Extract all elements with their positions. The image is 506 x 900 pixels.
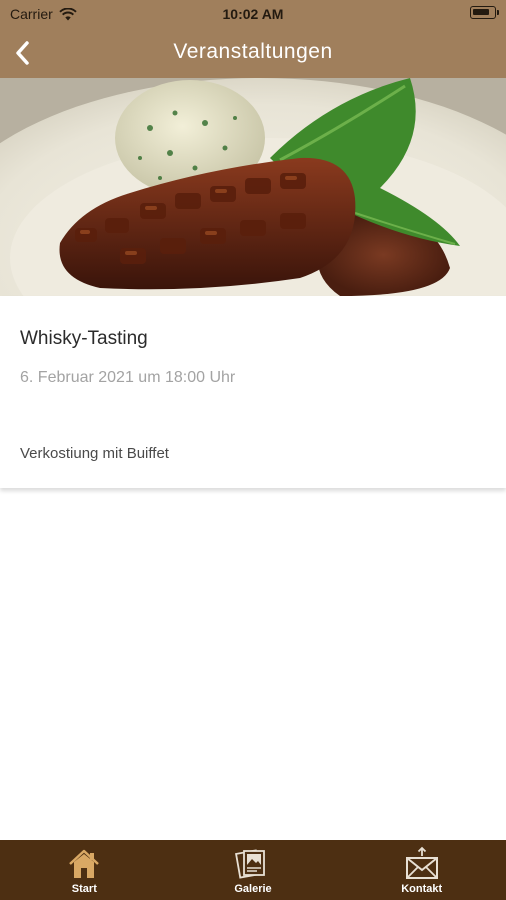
tab-kontakt[interactable]: Kontakt: [337, 840, 506, 900]
page-title: Veranstaltungen: [173, 40, 333, 63]
tab-start-label: Start: [71, 883, 97, 895]
battery-icon: [470, 6, 499, 19]
envelope-icon: [405, 846, 438, 879]
status-time: 10:02 AM: [222, 6, 284, 22]
event-card[interactable]: Whisky-Tasting 6. Februar 2021 um 18:00 …: [0, 296, 506, 488]
gallery-icon: [235, 849, 265, 879]
event-date: 6. Februar 2021 um 18:00 Uhr: [20, 369, 236, 386]
tab-galerie[interactable]: Galerie: [169, 840, 338, 900]
tab-kontakt-label: Kontakt: [401, 883, 443, 895]
home-icon: [69, 849, 100, 878]
tab-galerie-label: Galerie: [234, 883, 272, 895]
status-bar: Carrier 10:02 AM: [0, 0, 506, 28]
event-title: Whisky-Tasting: [20, 328, 148, 349]
event-description: Verkostiung mit Buiffet: [20, 445, 169, 462]
food-photo: [0, 78, 506, 296]
navigation-bar: Veranstaltungen: [0, 28, 506, 78]
tab-bar: Start Galerie Kontakt: [0, 840, 506, 900]
tab-start[interactable]: Start: [0, 840, 169, 900]
event-image: [0, 78, 506, 296]
